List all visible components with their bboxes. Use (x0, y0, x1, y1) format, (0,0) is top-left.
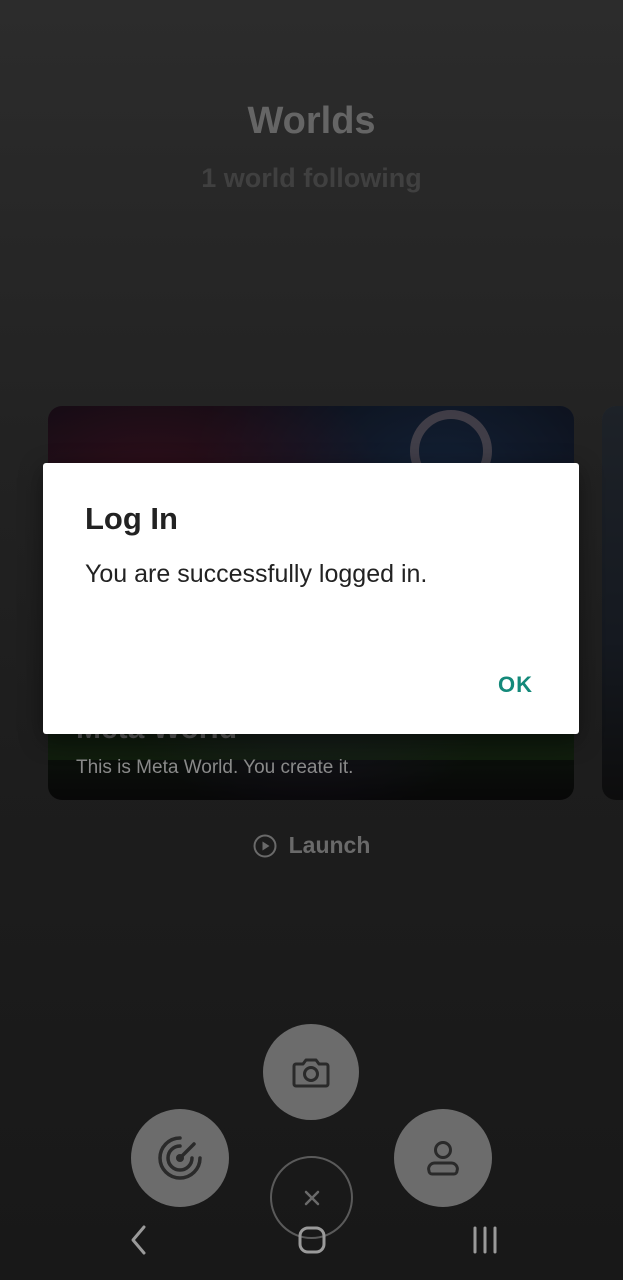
login-dialog: Log In You are successfully logged in. O… (43, 463, 579, 734)
dialog-title: Log In (85, 501, 178, 536)
ok-button[interactable]: OK (494, 670, 537, 700)
dialog-message: You are successfully logged in. (85, 560, 428, 588)
